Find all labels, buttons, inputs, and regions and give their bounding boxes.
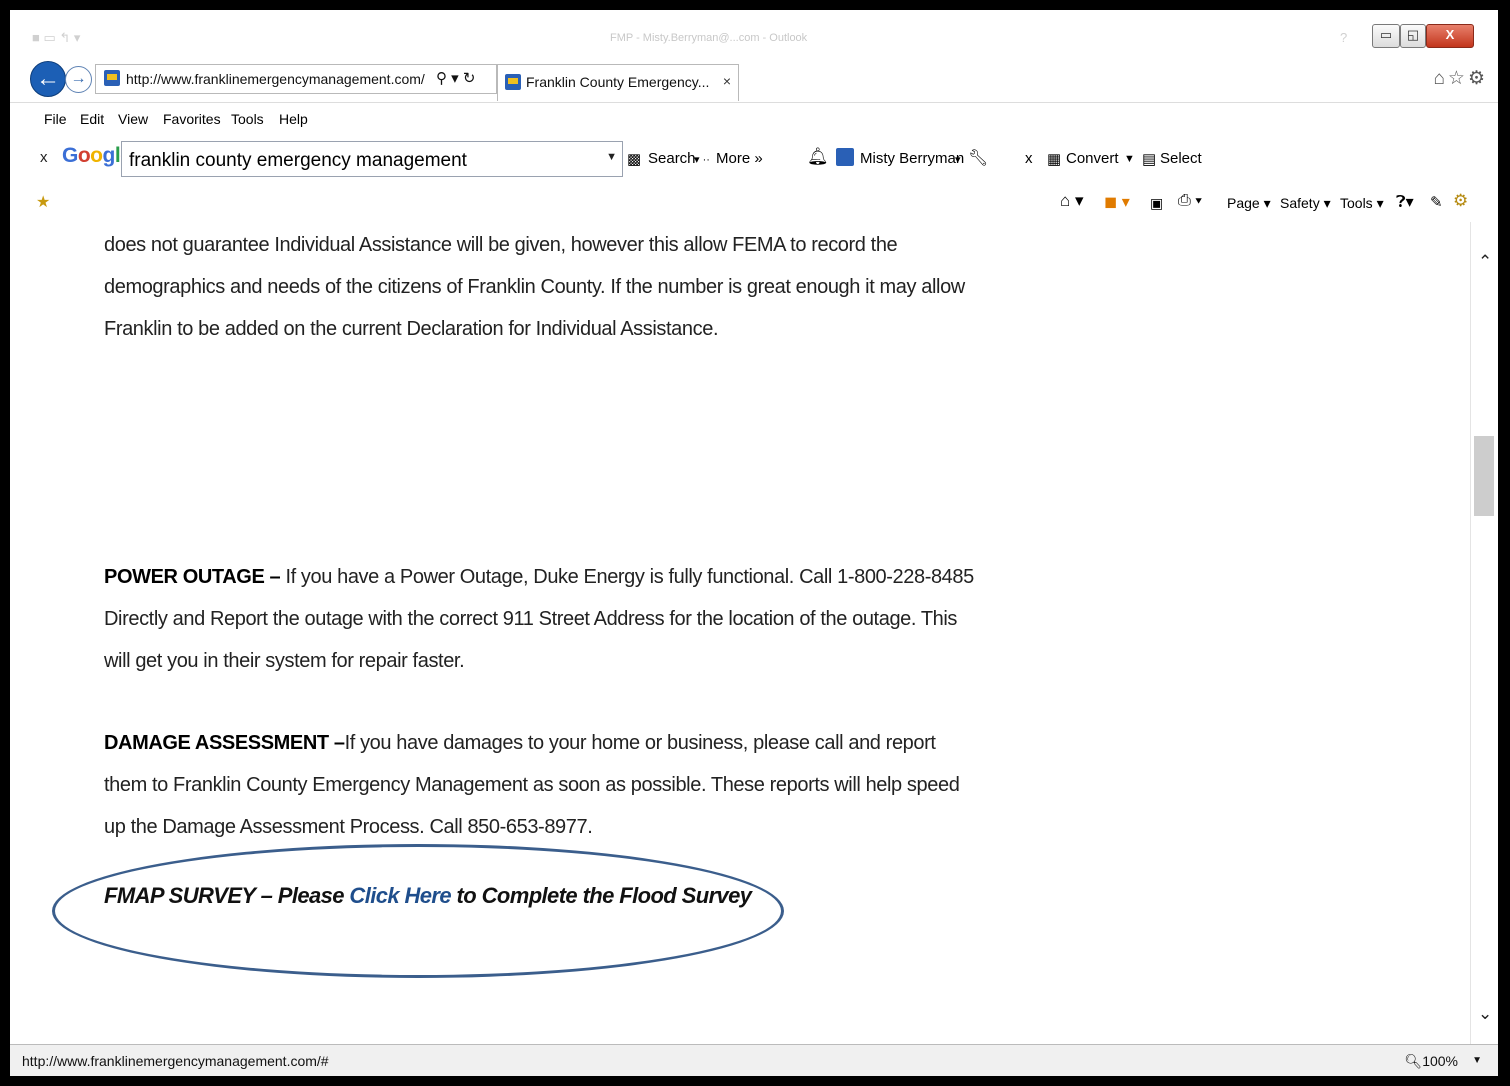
vertical-scrollbar[interactable]: ⌃ ⌄ (1470, 222, 1498, 1044)
title-bar: ■ ▭ ↰ ▾ FMP - Misty.Berryman@...com - Ou… (10, 10, 1498, 56)
command-bar: ★ ⌂ ▾ ◼ ▾ ▣ ⎙ ▾ Page ▾ Safety ▾ Tools ▾ … (10, 186, 1498, 220)
menu-bar: File Edit View Favorites Tools Help (10, 102, 1498, 133)
print-icon[interactable]: ⎙ ▾ (1178, 192, 1202, 210)
power-outage-heading: POWER OUTAGE – (104, 566, 286, 588)
window-title: FMP - Misty.Berryman@...com - Outlook (610, 32, 808, 44)
navigation-bar: ← → http://www.franklinemergencymanageme… (10, 58, 1498, 102)
damage-assessment-section: DAMAGE ASSESSMENT –If you have damages t… (104, 722, 974, 848)
close-window-button[interactable]: X (1426, 24, 1474, 48)
safety-menu[interactable]: Safety ▾ (1280, 195, 1331, 212)
add-favorites-icon[interactable]: ★ (36, 192, 50, 212)
zoom-dropdown-icon[interactable]: ▼ (1472, 1055, 1482, 1066)
status-bar: http://www.franklinemergencymanagement.c… (10, 1044, 1498, 1076)
home-icon[interactable]: ⌂ ▾ (1060, 191, 1084, 211)
damage-assessment-heading: DAMAGE ASSESSMENT – (104, 732, 345, 754)
read-mail-icon[interactable]: ▣ (1150, 195, 1163, 212)
forward-button[interactable]: → (65, 66, 92, 93)
menu-edit[interactable]: Edit (80, 111, 104, 127)
minimize-button[interactable]: ▭ (1372, 24, 1400, 48)
menu-help[interactable]: Help (279, 111, 308, 127)
zoom-value: 100% (1422, 1053, 1458, 1069)
survey-suffix: to Complete the Flood Survey (451, 883, 753, 908)
rss-feed-icon[interactable]: ◼ ▾ (1104, 192, 1130, 212)
address-bar[interactable]: http://www.franklinemergencymanagement.c… (95, 64, 497, 94)
menu-tools[interactable]: Tools (231, 111, 264, 127)
highlight-ellipse (52, 844, 784, 978)
browser-window: ■ ▭ ↰ ▾ FMP - Misty.Berryman@...com - Ou… (10, 10, 1498, 1076)
quick-access-icons: ■ ▭ ↰ ▾ (32, 30, 81, 45)
home-favorites-settings-icons[interactable]: ⌂☆⚙ (1433, 67, 1488, 90)
fmap-survey-line: FMAP SURVEY – Please Click Here to Compl… (104, 883, 753, 909)
user-name-button[interactable]: Misty Berryman (860, 150, 964, 167)
convert-toolbar-close-icon[interactable]: x (1025, 150, 1033, 167)
search-dropdown-icon[interactable]: ▼ (606, 151, 617, 163)
page-content: does not guarantee Individual Assistance… (10, 222, 1470, 1044)
survey-prefix: FMAP SURVEY – Please (104, 883, 350, 908)
status-url: http://www.franklinemergencymanagement.c… (22, 1053, 329, 1069)
back-button[interactable]: ← (30, 61, 66, 97)
menu-file[interactable]: File (44, 111, 67, 127)
user-avatar-icon (836, 148, 854, 166)
tab-favicon-icon (505, 74, 521, 90)
tab-title: Franklin County Emergency... (526, 74, 710, 90)
restore-button[interactable]: ◱ (1400, 24, 1426, 48)
bell-icon[interactable]: 🔔︎ (807, 147, 829, 167)
google-search-button[interactable]: Search (648, 150, 696, 167)
tab-franklin-county[interactable]: Franklin County Emergency... × (497, 64, 739, 101)
more-button[interactable]: More » (716, 150, 763, 167)
toolbar-close-icon[interactable]: x (40, 149, 48, 166)
research-icon[interactable]: ✎ (1430, 193, 1443, 211)
help-icon: ? (1340, 30, 1348, 45)
google-toolbar: x Google franklin county emergency manag… (10, 134, 1498, 184)
survey-click-here-link[interactable]: Click Here (349, 883, 451, 908)
search-options-icon[interactable]: ▾ ·· (694, 153, 710, 166)
google-search-icon: ▩ (627, 151, 642, 168)
settings-gear-icon[interactable]: ⚙ (1453, 191, 1468, 211)
convert-pdf-icon: ▦ (1047, 151, 1062, 168)
site-favicon-icon (104, 70, 120, 86)
power-outage-section: POWER OUTAGE – If you have a Power Outag… (104, 556, 974, 682)
menu-favorites[interactable]: Favorites (163, 111, 221, 127)
select-pdf-icon: ▤ (1142, 151, 1157, 168)
google-search-value: franklin county emergency management (129, 150, 467, 171)
help-menu-icon[interactable]: ❓︎▾ (1396, 192, 1414, 212)
select-button[interactable]: Select (1160, 150, 1202, 167)
page-menu[interactable]: Page ▾ (1227, 195, 1271, 212)
scroll-up-icon[interactable]: ⌃ (1478, 252, 1492, 272)
convert-dropdown-icon[interactable]: ▼ (1124, 153, 1135, 165)
zoom-level[interactable]: 🔍︎100% (1404, 1053, 1458, 1070)
tools-menu[interactable]: Tools ▾ (1340, 195, 1384, 212)
convert-button[interactable]: Convert (1066, 150, 1119, 167)
wrench-icon[interactable]: 🔧︎ (968, 148, 988, 168)
scroll-down-icon[interactable]: ⌄ (1478, 1004, 1492, 1024)
menu-view[interactable]: View (118, 111, 148, 127)
intro-paragraph: does not guarantee Individual Assistance… (104, 234, 965, 340)
tab-close-icon[interactable]: × (723, 73, 731, 89)
scroll-thumb[interactable] (1474, 436, 1494, 516)
google-search-input[interactable]: franklin county emergency management ▼ (121, 141, 623, 177)
address-url: http://www.franklinemergencymanagement.c… (126, 71, 425, 87)
user-dropdown-icon[interactable]: ▾ (955, 153, 961, 166)
search-refresh-icons[interactable]: ⚲ ▾ ↻ (436, 69, 475, 87)
